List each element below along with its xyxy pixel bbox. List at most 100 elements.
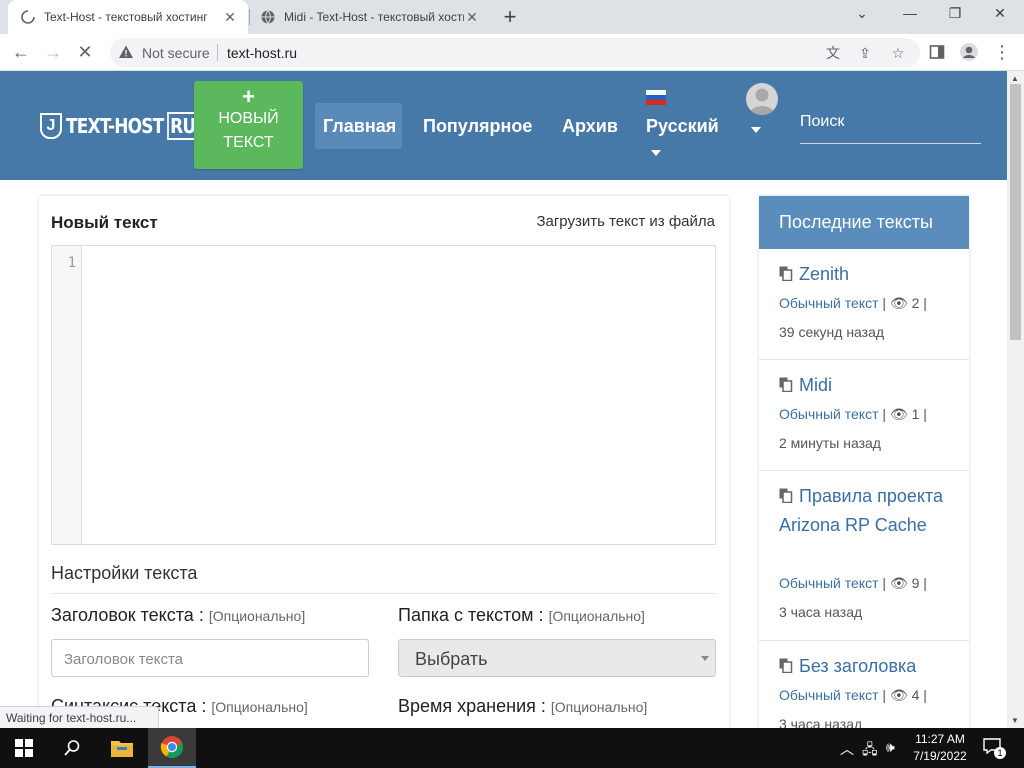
forward-arrow-icon[interactable]: → bbox=[42, 41, 64, 63]
network-icon[interactable]: 🖧 bbox=[862, 739, 878, 763]
folder-field-label: Папка с текстом : [Опционально] bbox=[398, 605, 645, 625]
profile-icon[interactable] bbox=[958, 41, 980, 63]
eye-icon: 👁 bbox=[889, 406, 908, 422]
post-category-link[interactable]: Обычный текст bbox=[779, 295, 879, 311]
post-time: 2 минуты назад bbox=[779, 435, 881, 451]
close-tab-icon[interactable]: ✕ bbox=[222, 9, 238, 26]
language-caret-icon[interactable] bbox=[651, 150, 661, 156]
select-arrow-icon bbox=[701, 656, 709, 661]
side-panel-icon[interactable] bbox=[926, 41, 948, 63]
logo-badge: J bbox=[40, 113, 62, 139]
windows-start-icon[interactable] bbox=[0, 728, 48, 768]
share-icon[interactable]: ⇪ bbox=[856, 44, 874, 62]
star-icon[interactable]: ☆ bbox=[889, 44, 907, 62]
post-views: 9 bbox=[911, 575, 920, 591]
scroll-up-icon[interactable]: ▲ bbox=[1011, 74, 1019, 83]
url-text[interactable]: text-host.ru bbox=[227, 45, 297, 61]
address-bar[interactable]: Not secure text-host.ru 文 ⇪ ☆ bbox=[110, 38, 920, 67]
windows-taskbar: ︿ 🖧 🕪 11:27 AM 7/19/2022 1 bbox=[0, 728, 1024, 768]
chevron-down-icon[interactable]: ⌄ bbox=[850, 5, 874, 22]
russian-flag-icon bbox=[646, 90, 666, 105]
notification-count: 1 bbox=[994, 747, 1006, 759]
post-meta: Обычный текст | 👁 1 | bbox=[779, 406, 927, 422]
optional-tag: [Опционально] bbox=[550, 699, 648, 715]
chrome-taskbar-icon[interactable] bbox=[148, 728, 196, 768]
text-editor[interactable]: 1 bbox=[51, 245, 716, 545]
close-tab-icon[interactable]: ✕ bbox=[464, 9, 480, 26]
expire-field-label: Время хранения : [Опционально] bbox=[398, 696, 648, 716]
post-time: 3 часа назад bbox=[779, 716, 863, 728]
omnibox-divider bbox=[217, 44, 218, 61]
recent-post: Zenith Обычный текст | 👁 2 | 39 секунд н… bbox=[759, 249, 969, 360]
new-button-line2: ТЕКСТ bbox=[223, 134, 274, 151]
scroll-down-icon[interactable]: ▼ bbox=[1011, 716, 1019, 725]
globe-icon bbox=[261, 10, 275, 24]
new-text-button[interactable]: + НОВЫЙ ТЕКСТ bbox=[194, 81, 303, 169]
post-title-link[interactable]: Midi bbox=[779, 371, 959, 400]
post-views: 4 bbox=[911, 687, 920, 703]
tray-chevron-icon[interactable]: ︿ bbox=[840, 739, 854, 759]
page-title: Новый текст bbox=[51, 213, 158, 232]
new-button-line1: НОВЫЙ bbox=[218, 110, 279, 127]
volume-icon[interactable]: 🕪 bbox=[886, 739, 895, 756]
recent-post: Правила проекта Arizona RP Cache Обычный… bbox=[759, 471, 969, 641]
new-text-card: Новый текст Загрузить текст из файла 1 Н… bbox=[39, 196, 729, 728]
post-category-link[interactable]: Обычный текст bbox=[779, 406, 879, 422]
taskbar-clock[interactable]: 11:27 AM 7/19/2022 bbox=[905, 731, 975, 765]
back-arrow-icon[interactable]: ← bbox=[10, 41, 32, 63]
post-category-link[interactable]: Обычный текст bbox=[779, 575, 879, 591]
optional-tag: [Опционально] bbox=[211, 699, 308, 715]
search-input[interactable]: Поиск bbox=[800, 111, 981, 144]
scrollbar-thumb[interactable] bbox=[1010, 84, 1021, 340]
settings-divider bbox=[51, 593, 716, 594]
nav-language[interactable]: Русский bbox=[646, 116, 719, 137]
folder-select[interactable]: Выбрать bbox=[398, 639, 716, 677]
title-input[interactable]: Заголовок текста bbox=[51, 639, 369, 677]
close-icon[interactable]: ✕ bbox=[988, 5, 1012, 22]
user-avatar[interactable] bbox=[746, 83, 778, 115]
warning-icon[interactable] bbox=[118, 44, 134, 60]
status-bubble: Waiting for text-host.ru... bbox=[0, 706, 160, 728]
browser-tab-strip: Text-Host - текстовый хостинг ✕ Midi - T… bbox=[0, 0, 1024, 34]
loading-spinner-icon bbox=[21, 10, 35, 24]
tab-title: Text-Host - текстовый хостинг bbox=[44, 10, 208, 24]
post-meta: Обычный текст | 👁 2 | bbox=[779, 295, 927, 311]
post-title-link[interactable]: Правила проекта Arizona RP Cache bbox=[779, 482, 959, 540]
nav-archive[interactable]: Архив bbox=[562, 116, 618, 137]
post-meta: Обычный текст | 👁 4 | bbox=[779, 687, 927, 703]
minimize-icon[interactable]: — bbox=[898, 5, 922, 21]
browser-tab[interactable]: Midi - Text-Host - текстовый хостинг ✕ bbox=[250, 0, 490, 34]
sidebar-heading: Последние тексты bbox=[759, 196, 969, 249]
logo-text: TEXT-HOST RU bbox=[66, 112, 199, 140]
nav-popular[interactable]: Популярное bbox=[423, 116, 532, 137]
translate-icon[interactable]: 文 bbox=[824, 44, 842, 62]
user-menu-caret-icon[interactable] bbox=[751, 127, 761, 133]
clock-time: 11:27 AM bbox=[915, 732, 965, 746]
file-explorer-icon[interactable] bbox=[98, 728, 146, 768]
plus-icon[interactable]: + bbox=[498, 4, 522, 30]
plus-icon: + bbox=[242, 84, 255, 109]
search-icon[interactable] bbox=[48, 728, 96, 768]
browser-tab-active[interactable]: Text-Host - текстовый хостинг ✕ bbox=[8, 0, 248, 34]
line-number-gutter: 1 bbox=[52, 246, 82, 544]
upload-from-file-link[interactable]: Загрузить текст из файла bbox=[536, 213, 715, 230]
post-title-link[interactable]: Без заголовка bbox=[779, 652, 959, 681]
settings-heading: Настройки текста bbox=[51, 563, 198, 583]
eye-icon: 👁 bbox=[889, 687, 908, 703]
post-meta: Обычный текст | 👁 9 | bbox=[779, 575, 927, 591]
nav-home[interactable]: Главная bbox=[315, 103, 402, 149]
recent-texts-sidebar: Последние тексты Zenith Обычный текст | … bbox=[759, 196, 969, 728]
restore-icon[interactable]: ❐ bbox=[943, 5, 967, 22]
line-number: 1 bbox=[67, 255, 76, 271]
stop-loading-icon[interactable]: ✕ bbox=[74, 41, 96, 63]
site-header: J TEXT-HOST RU + НОВЫЙ ТЕКСТ Главная Попу… bbox=[0, 71, 1007, 180]
post-title-link[interactable]: Zenith bbox=[779, 260, 959, 289]
post-category-link[interactable]: Обычный текст bbox=[779, 687, 879, 703]
post-views: 1 bbox=[911, 406, 920, 422]
clock-date: 7/19/2022 bbox=[913, 749, 967, 763]
document-icon bbox=[779, 658, 793, 673]
notifications-icon[interactable]: 1 bbox=[983, 738, 1006, 759]
security-label[interactable]: Not secure bbox=[142, 45, 210, 61]
page-scrollbar[interactable]: ▲ ▼ bbox=[1007, 71, 1024, 728]
more-menu-icon[interactable]: ⋮ bbox=[991, 41, 1013, 63]
